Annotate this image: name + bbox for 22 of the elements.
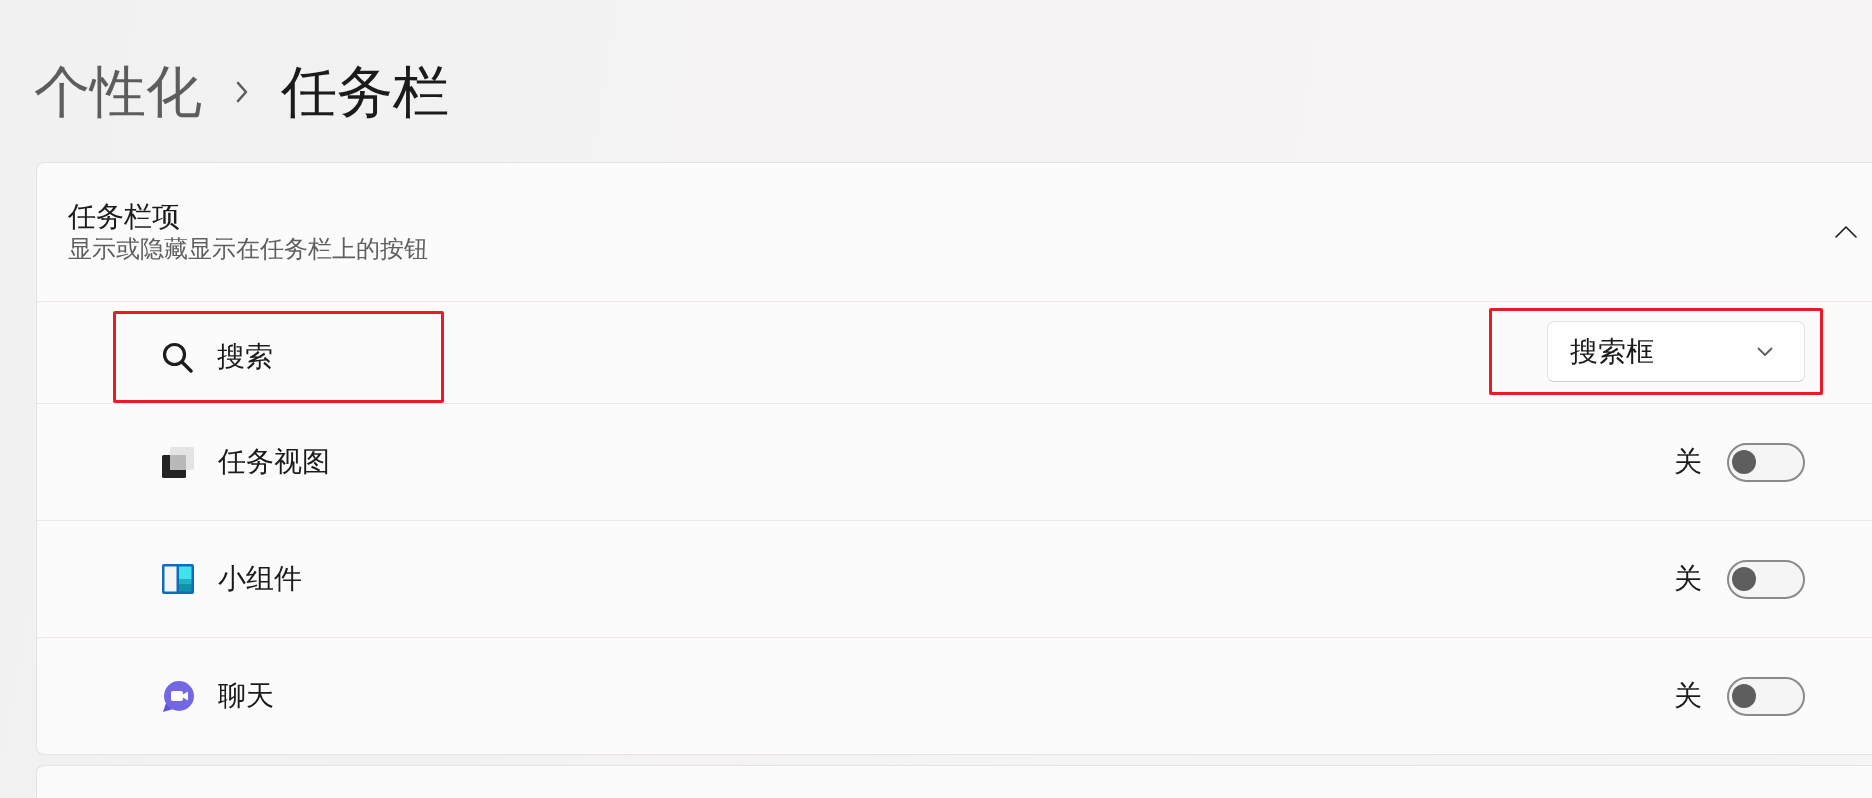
overlapping-squares-icon <box>162 446 194 478</box>
setting-label: 任务视图 <box>218 444 330 480</box>
toggle-state-label: 关 <box>1674 678 1702 714</box>
chevron-down-icon <box>1757 346 1773 357</box>
toggle-state-label: 关 <box>1674 444 1702 480</box>
video-chat-icon <box>162 679 194 713</box>
section-subtitle: 显示或隐藏显示在任务栏上的按钮 <box>68 234 428 264</box>
section-title: 任务栏项 <box>68 200 180 234</box>
chevron-right-icon <box>236 81 248 103</box>
page-title: 任务栏 <box>281 58 449 126</box>
panel-layout-icon <box>162 564 194 594</box>
breadcrumb-link[interactable]: 个性化 <box>34 58 202 126</box>
toggle-switch[interactable] <box>1727 676 1805 716</box>
search-icon <box>162 341 193 373</box>
search-style-dropdown[interactable]: 搜索框 <box>1547 321 1805 382</box>
setting-label: 聊天 <box>218 678 274 714</box>
setting-label: 小组件 <box>218 561 302 597</box>
toggle-switch[interactable] <box>1727 559 1805 599</box>
toggle-switch[interactable] <box>1727 442 1805 482</box>
toggle-state-label: 关 <box>1674 561 1702 597</box>
chevron-up-icon[interactable] <box>1835 226 1857 238</box>
setting-label: 搜索 <box>217 339 273 375</box>
